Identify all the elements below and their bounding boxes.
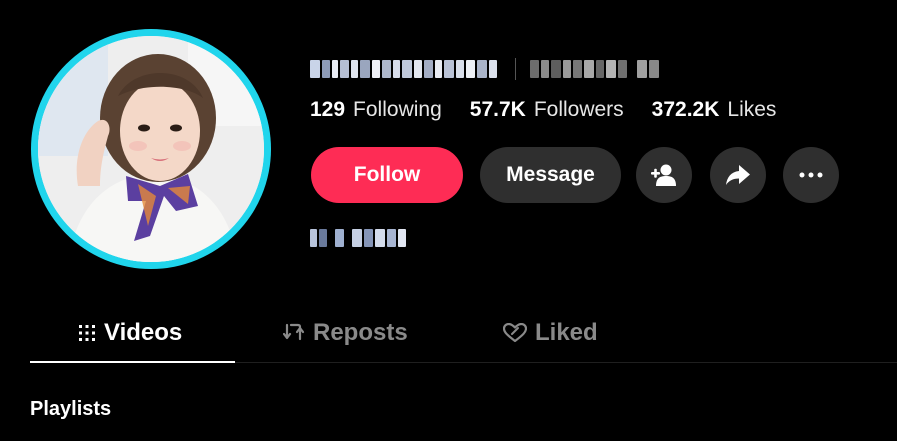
heart-icon bbox=[503, 322, 527, 343]
follow-button[interactable]: Follow bbox=[311, 147, 463, 203]
more-options-button[interactable] bbox=[783, 147, 839, 203]
bio-redacted bbox=[310, 227, 406, 249]
nickname-redacted bbox=[530, 58, 659, 80]
message-button[interactable]: Message bbox=[480, 147, 621, 203]
more-icon bbox=[799, 172, 823, 178]
tab-label: Reposts bbox=[313, 318, 408, 346]
tab-videos[interactable]: Videos bbox=[78, 305, 182, 360]
username-redacted bbox=[310, 58, 497, 80]
add-friend-button[interactable] bbox=[636, 147, 692, 203]
name-divider bbox=[515, 58, 516, 80]
profile-stats: 129 Following 57.7K Followers 372.2K Lik… bbox=[310, 98, 804, 122]
stat-likes: 372.2K Likes bbox=[652, 98, 777, 122]
share-icon bbox=[726, 165, 750, 185]
stat-count: 372.2K bbox=[651, 98, 720, 121]
stat-followers[interactable]: 57.7K Followers bbox=[470, 98, 624, 122]
tab-label: Liked bbox=[535, 318, 598, 346]
tab-label: Videos bbox=[104, 318, 183, 346]
grid-icon bbox=[78, 324, 96, 342]
stat-label: Following bbox=[353, 98, 442, 121]
stat-label: Likes bbox=[727, 98, 777, 121]
repost-icon bbox=[283, 323, 305, 343]
profile-page: 129 Following 57.7K Followers 372.2K Lik… bbox=[0, 0, 897, 441]
add-user-icon bbox=[651, 164, 676, 186]
profile-names bbox=[310, 54, 659, 84]
tab-liked[interactable]: Liked bbox=[503, 305, 598, 360]
profile-tabs: Videos Reposts Liked bbox=[30, 305, 897, 363]
stat-count: 57.7K bbox=[469, 98, 526, 121]
tab-reposts[interactable]: Reposts bbox=[283, 305, 408, 360]
avatar-photo bbox=[38, 36, 264, 262]
stat-count: 129 bbox=[310, 98, 346, 121]
active-tab-indicator bbox=[30, 361, 235, 363]
avatar[interactable] bbox=[38, 36, 264, 262]
stat-label: Followers bbox=[533, 98, 624, 121]
playlists-heading: Playlists bbox=[30, 398, 112, 420]
stat-following[interactable]: 129 Following bbox=[310, 98, 442, 122]
share-button[interactable] bbox=[710, 147, 766, 203]
